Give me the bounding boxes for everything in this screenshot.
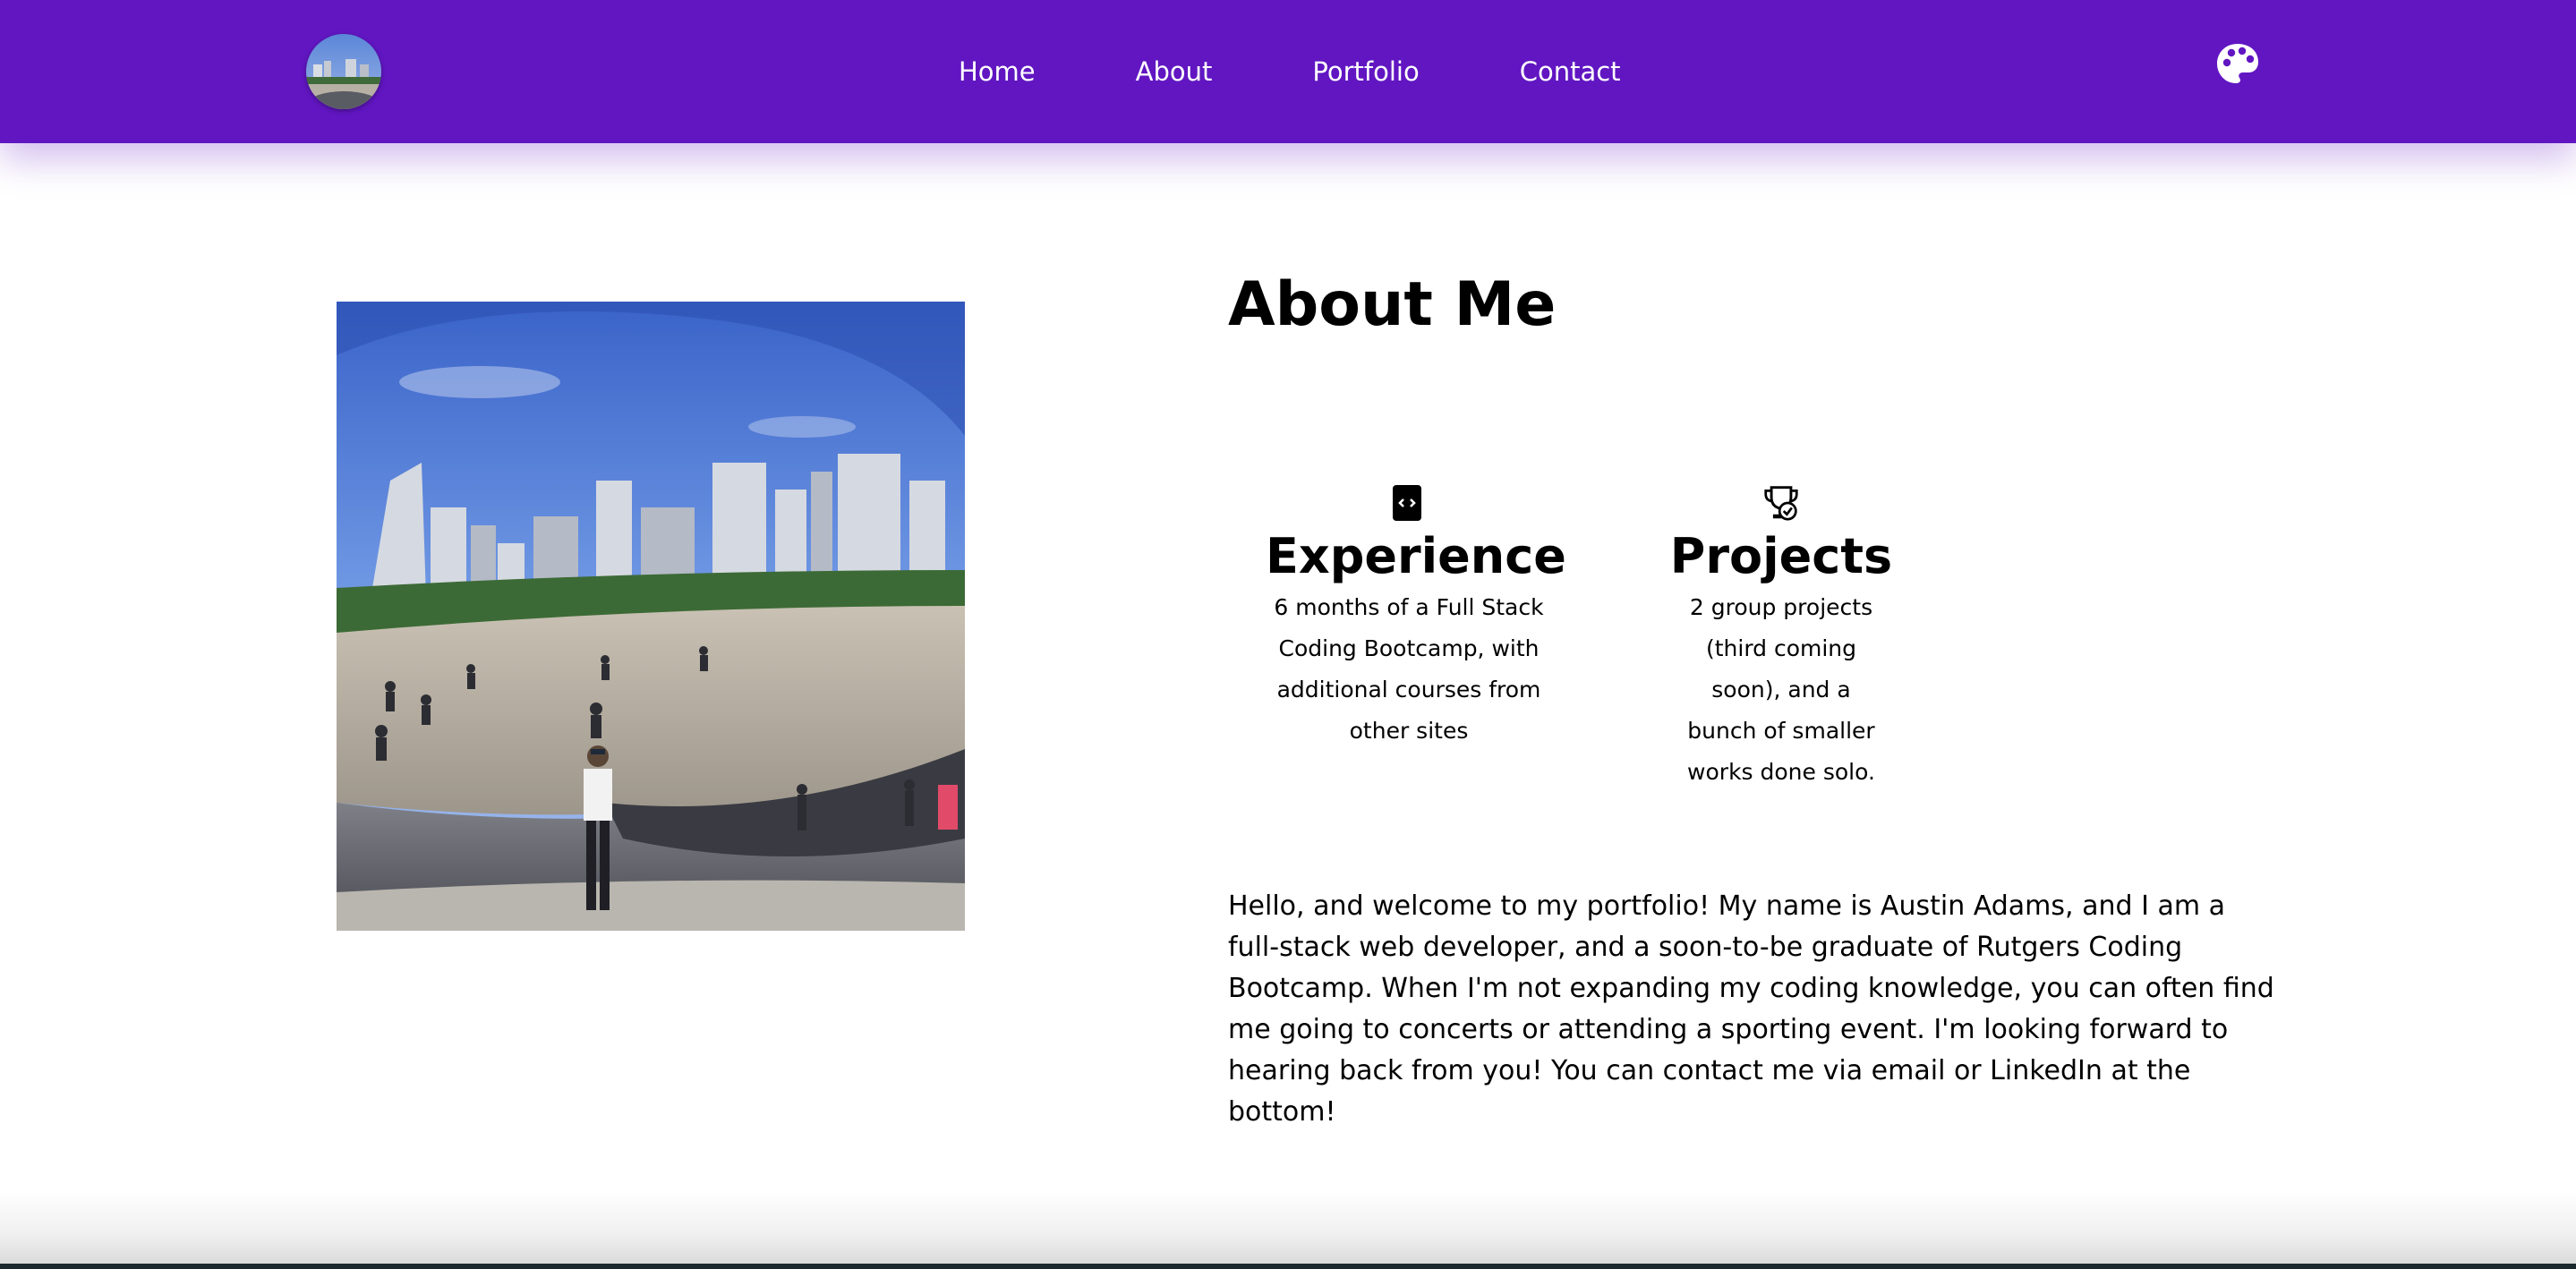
bio-paragraph: Hello, and welcome to my portfolio! My n… [1228, 890, 2274, 1128]
profile-avatar[interactable] [306, 34, 381, 109]
navbar: Home About Portfolio Contact [0, 0, 2576, 143]
code-file-icon [1393, 485, 1421, 521]
projects-description: 2 group projects (third coming soon), an… [1687, 594, 1875, 785]
palette-icon[interactable] [2214, 41, 2261, 88]
footer-shadow [0, 1190, 2576, 1269]
footer-edge [0, 1264, 2576, 1269]
nav-portfolio-link[interactable]: Portfolio [1312, 52, 1419, 91]
trophy-icon [1764, 486, 1798, 521]
nav-contact-link[interactable]: Contact [1520, 52, 1621, 91]
nav-menu: Home About Portfolio Contact [959, 52, 1621, 91]
experience-title: Experience [1266, 528, 1566, 584]
projects-card: Projects 2 group projects (third coming … [1647, 483, 1915, 793]
experience-description: 6 months of a Full Stack Coding Bootcamp… [1274, 594, 1544, 744]
page-title: About Me [1228, 269, 1557, 340]
projects-title: Projects [1669, 528, 1893, 584]
profile-photo [337, 302, 965, 931]
nav-home-link[interactable]: Home [959, 52, 1036, 91]
experience-card: Experience 6 months of a Full Stack Codi… [1266, 483, 1566, 752]
nav-about-link[interactable]: About [1136, 52, 1213, 91]
